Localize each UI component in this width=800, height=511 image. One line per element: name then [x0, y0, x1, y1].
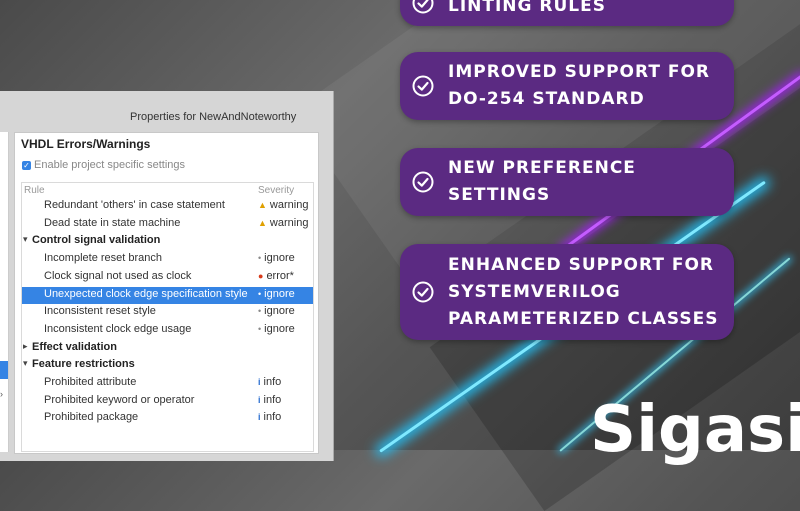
- rule-label: Inconsistent clock edge usage: [44, 322, 192, 335]
- rule-row[interactable]: Prohibited keyword or operator i info: [22, 393, 313, 410]
- rule-group-label: Effect validation: [32, 340, 117, 353]
- rule-label: Clock signal not used as clock: [44, 269, 192, 282]
- feature-banner-text: NEW PREFERENCE SETTINGS: [448, 155, 636, 209]
- rule-label: Unexpected clock edge specification styl…: [44, 287, 248, 300]
- feature-banner-line: NEW PREFERENCE: [448, 158, 636, 178]
- rule-row[interactable]: Prohibited attribute i info: [22, 375, 313, 392]
- rule-row[interactable]: Inconsistent reset style • ignore: [22, 304, 313, 321]
- severity-value: ignore: [264, 322, 295, 335]
- feature-banner-text: LINTING RULES: [448, 0, 606, 20]
- rule-label: Prohibited package: [44, 411, 139, 424]
- column-header-rule[interactable]: Rule: [24, 185, 45, 196]
- severity-value: info: [263, 393, 282, 406]
- rule-row[interactable]: Redundant 'others' in case statement ▲ war…: [22, 198, 313, 215]
- feature-banner: LINTING RULES: [400, 0, 734, 26]
- rule-row[interactable]: Prohibited package i info: [22, 410, 313, 427]
- severity-select[interactable]: ▲ warning: [258, 217, 308, 229]
- checkbox-checked-icon[interactable]: ✓: [22, 160, 31, 170]
- warning-icon: ▲: [258, 200, 267, 210]
- feature-banner: NEW PREFERENCE SETTINGS: [400, 148, 734, 216]
- rule-row[interactable]: Unexpected clock edge specification styl…: [22, 286, 313, 304]
- enable-project-settings-label: Enable project specific settings: [34, 159, 186, 171]
- check-circle-icon: [412, 281, 434, 303]
- feature-banner-line: IMPROVED SUPPORT FOR: [448, 62, 711, 82]
- nav-selected-item[interactable]: [0, 361, 8, 379]
- feature-banner-line: SETTINGS: [448, 185, 551, 205]
- dialog-title: Properties for NewAndNoteworthy: [130, 111, 297, 123]
- rule-label: Dead state in state machine: [44, 216, 181, 229]
- rule-row[interactable]: Inconsistent clock edge usage • ignore: [22, 322, 313, 339]
- info-icon: i: [258, 394, 261, 405]
- info-icon: i: [258, 377, 261, 387]
- rule-group-label: Feature restrictions: [32, 358, 135, 371]
- enable-project-settings-checkbox[interactable]: ✓ Enable project specific settings: [22, 159, 185, 171]
- rule-row[interactable]: Incomplete reset branch • ignore: [22, 251, 313, 268]
- rules-table: Rule Severity Redundant 'others' in case…: [21, 182, 314, 452]
- feature-banner: IMPROVED SUPPORT FOR DO-254 STANDARD: [400, 52, 734, 120]
- feature-banner-line: DO-254 STANDARD: [448, 89, 645, 109]
- ignore-icon: •: [258, 288, 262, 299]
- rule-group-row[interactable]: ▸ Effect validation: [22, 340, 313, 357]
- severity-value: warning: [269, 216, 309, 229]
- severity-select[interactable]: ▲ warning: [258, 199, 308, 211]
- warning-icon: ▲: [258, 217, 267, 228]
- error-icon: ●: [258, 270, 264, 281]
- properties-nav-tree[interactable]: ›: [0, 132, 9, 452]
- rule-label: Incomplete reset branch: [44, 252, 163, 265]
- feature-banner-text: ENHANCED SUPPORT FOR SYSTEMVERILOG PARAMET…: [448, 252, 718, 333]
- severity-value: ignore: [264, 252, 295, 265]
- severity-value: ignore: [264, 305, 295, 318]
- severity-value: error*: [266, 269, 294, 282]
- severity-select[interactable]: • ignore: [258, 288, 295, 300]
- rule-label: Prohibited attribute: [44, 376, 137, 388]
- feature-banner-line: ENHANCED SUPPORT FOR: [448, 254, 714, 275]
- severity-select[interactable]: i info: [258, 376, 281, 388]
- severity-value: info: [263, 411, 282, 424]
- page-heading: VHDL Errors/Warnings: [21, 137, 151, 151]
- rule-group-label: Control signal validation: [32, 234, 161, 247]
- severity-select[interactable]: • ignore: [258, 323, 295, 335]
- column-header-severity[interactable]: Severity: [258, 185, 294, 196]
- chevron-right-icon[interactable]: ▸: [23, 341, 28, 352]
- chevron-down-icon[interactable]: ▾: [23, 234, 28, 245]
- ignore-icon: •: [258, 253, 262, 264]
- rule-row[interactable]: Dead state in state machine ▲ warning: [22, 216, 313, 233]
- severity-value: warning: [269, 199, 309, 211]
- check-circle-icon: [412, 75, 434, 97]
- brand-logo-text: Sigasi:: [590, 393, 800, 467]
- severity-select[interactable]: • ignore: [258, 305, 295, 317]
- ignore-icon: •: [258, 323, 262, 334]
- check-circle-icon: [412, 0, 434, 14]
- severity-value: ignore: [264, 287, 295, 300]
- check-circle-icon: [412, 171, 434, 193]
- chevron-down-icon[interactable]: ▾: [23, 358, 28, 369]
- severity-select[interactable]: • ignore: [258, 252, 295, 264]
- rule-group-row[interactable]: ▾ Control signal validation: [22, 233, 313, 250]
- rule-label: Inconsistent reset style: [44, 305, 156, 318]
- severity-select[interactable]: i info: [258, 394, 281, 406]
- feature-banner: ENHANCED SUPPORT FOR SYSTEMVERILOG PARAMET…: [400, 244, 734, 340]
- feature-banner-text: IMPROVED SUPPORT FOR DO-254 STANDARD: [448, 59, 710, 113]
- ignore-icon: •: [258, 306, 262, 317]
- preference-page: VHDL Errors/Warnings ✓ Enable project sp…: [14, 132, 319, 454]
- rule-label: Redundant 'others' in case statement: [44, 199, 225, 211]
- chevron-right-icon[interactable]: ›: [0, 389, 3, 399]
- severity-value: info: [263, 376, 282, 388]
- feature-banner-line: LINTING RULES: [448, 0, 606, 16]
- rule-label: Prohibited keyword or operator: [44, 393, 195, 406]
- rule-group-row[interactable]: ▾ Feature restrictions: [22, 357, 313, 374]
- properties-dialog: Properties for NewAndNoteworthy › VHDL E…: [0, 91, 334, 461]
- severity-select[interactable]: ● error*: [258, 270, 294, 282]
- feature-banner-line: PARAMETERIZED CLASSES: [448, 308, 719, 329]
- feature-banner-line: SYSTEMVERILOG: [448, 281, 621, 302]
- info-icon: i: [258, 412, 261, 423]
- severity-select[interactable]: i info: [258, 411, 281, 423]
- rule-row[interactable]: Clock signal not used as clock ● error*: [22, 269, 313, 286]
